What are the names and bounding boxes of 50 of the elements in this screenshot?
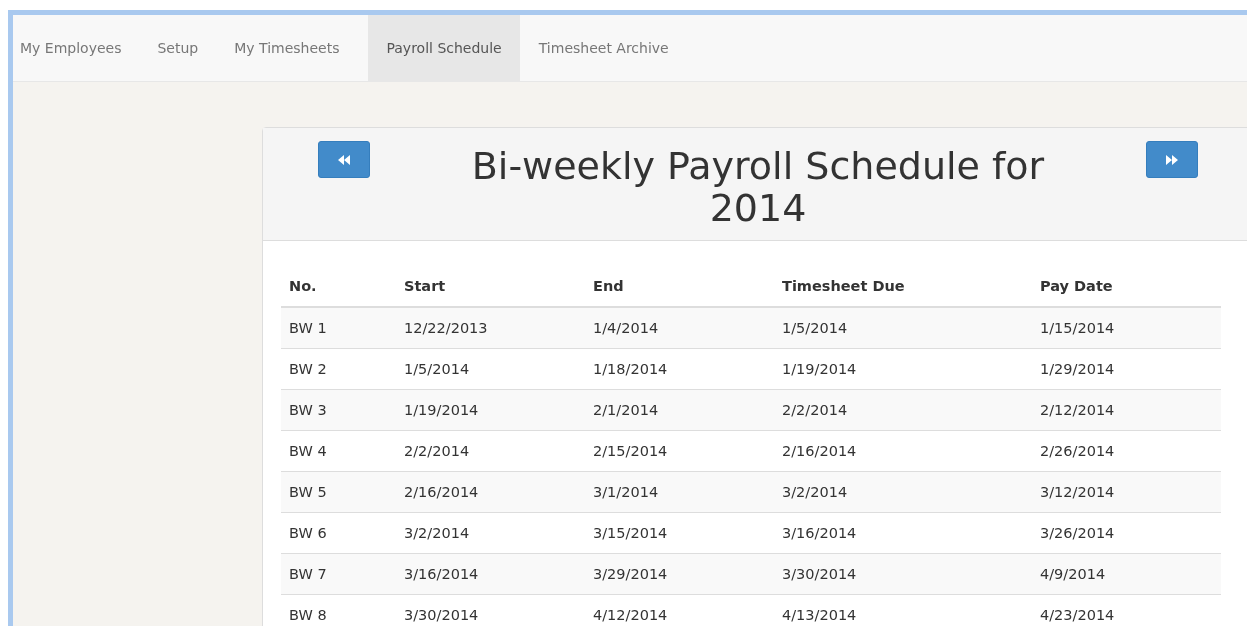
table-cell: 1/5/2014: [774, 307, 1032, 349]
table-cell: 4/12/2014: [585, 594, 774, 626]
table-cell: 2/2/2014: [396, 430, 585, 472]
table-cell: BW 6: [281, 512, 396, 554]
nav-tab[interactable]: Timesheet Archive: [531, 15, 686, 81]
nav-tab[interactable]: Payroll Schedule: [368, 15, 520, 81]
table-cell: 3/15/2014: [585, 512, 774, 554]
table-cell: 3/2/2014: [396, 512, 585, 554]
double-left-arrow-icon: [337, 153, 351, 166]
table-cell: 2/1/2014: [585, 389, 774, 431]
table-cell: 3/30/2014: [396, 594, 585, 626]
table-cell: 2/26/2014: [1032, 430, 1221, 472]
table-cell: 1/4/2014: [585, 307, 774, 349]
table-cell: 4/23/2014: [1032, 594, 1221, 626]
table-cell: BW 2: [281, 348, 396, 390]
table-cell: 2/2/2014: [774, 389, 1032, 431]
table-cell: 3/30/2014: [774, 553, 1032, 595]
table-cell: 1/19/2014: [396, 389, 585, 431]
table-cell: BW 1: [281, 307, 396, 349]
table-cell: 3/16/2014: [396, 553, 585, 595]
table-cell: 4/13/2014: [774, 594, 1032, 626]
table-cell: 2/16/2014: [396, 471, 585, 513]
table-cell: 1/5/2014: [396, 348, 585, 390]
table-cell: 1/29/2014: [1032, 348, 1221, 390]
table-cell: 12/22/2013: [396, 307, 585, 349]
table-cell: 2/12/2014: [1032, 389, 1221, 431]
table-cell: BW 4: [281, 430, 396, 472]
nav-tab[interactable]: My Timesheets: [227, 15, 357, 81]
nav-tab[interactable]: My Employees: [13, 15, 139, 81]
schedule-title: Bi-weekly Payroll Schedule for 2014: [470, 145, 1046, 229]
double-right-arrow-icon: [1165, 153, 1179, 166]
previous-year-button[interactable]: [318, 141, 370, 178]
table-cell: BW 7: [281, 553, 396, 595]
table-cell: BW 5: [281, 471, 396, 513]
table-cell: 1/18/2014: [585, 348, 774, 390]
table-cell: 1/19/2014: [774, 348, 1032, 390]
table-cell: 3/1/2014: [585, 471, 774, 513]
table-cell: 3/29/2014: [585, 553, 774, 595]
table-cell: 2/15/2014: [585, 430, 774, 472]
table-cell: 3/16/2014: [774, 512, 1032, 554]
next-year-button[interactable]: [1146, 141, 1198, 178]
nav-tab[interactable]: Setup: [150, 15, 216, 81]
table-cell: BW 3: [281, 389, 396, 431]
table-cell: BW 8: [281, 594, 396, 626]
table-cell: 3/26/2014: [1032, 512, 1221, 554]
table-cell: 1/15/2014: [1032, 307, 1221, 349]
table-cell: 2/16/2014: [774, 430, 1032, 472]
table-cell: 3/12/2014: [1032, 471, 1221, 513]
table-cell: 4/9/2014: [1032, 553, 1221, 595]
table-cell: 3/2/2014: [774, 471, 1032, 513]
